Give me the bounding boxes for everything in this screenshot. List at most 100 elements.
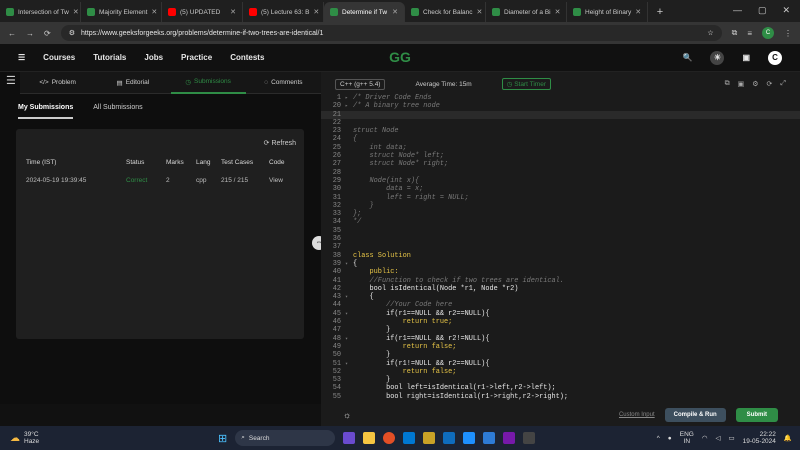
close-tab-icon[interactable]: ✕ <box>555 8 561 16</box>
fold-icon[interactable] <box>345 185 353 193</box>
site-info-icon[interactable]: ⚙ <box>69 29 75 37</box>
fold-icon[interactable] <box>345 144 353 152</box>
url-bar[interactable]: ⚙ https://www.geeksforgeeks.org/problems… <box>60 25 722 41</box>
code-line[interactable]: 44 //Your Code here <box>321 301 800 309</box>
save-icon[interactable]: ▣ <box>738 80 745 88</box>
tab-comments[interactable]: ◌ Comments <box>246 72 321 94</box>
chrome-icon[interactable] <box>383 432 396 444</box>
reload-icon[interactable]: ⟳ <box>44 29 51 38</box>
mail-icon[interactable] <box>463 432 476 444</box>
fold-icon[interactable] <box>345 111 353 119</box>
fold-icon[interactable]: ▸ <box>345 102 353 110</box>
fold-icon[interactable]: ▾ <box>345 260 353 268</box>
bookmark-star-icon[interactable]: ☆ <box>707 29 713 37</box>
code-line[interactable]: 20 ▸/* A binary tree node <box>321 102 800 110</box>
sidebar-menu-icon[interactable]: ☰ <box>6 74 18 87</box>
code-line[interactable]: 45 ▾ if(r1==NULL && r2==NULL){ <box>321 310 800 318</box>
code-line[interactable]: 52 return false; <box>321 368 800 376</box>
notification-bell-icon[interactable]: 🔔 <box>784 434 792 442</box>
user-avatar[interactable]: C <box>768 50 782 65</box>
tab-my-submissions[interactable]: My Submissions <box>18 104 74 119</box>
search-icon[interactable]: 🔍 <box>682 53 692 62</box>
fold-icon[interactable] <box>345 277 353 285</box>
todo-icon[interactable] <box>483 432 496 444</box>
fold-icon[interactable] <box>345 351 353 359</box>
code-line[interactable]: 55 bool right=isIdentical(r1->right,r2->… <box>321 393 800 401</box>
code-line[interactable]: 38 class Solution <box>321 252 800 260</box>
fold-icon[interactable]: ▾ <box>345 293 353 301</box>
code-line[interactable]: 46 return true; <box>321 318 800 326</box>
theme-toggle-icon[interactable]: ☀ <box>710 50 725 65</box>
forward-icon[interactable]: → <box>26 29 34 38</box>
code-line[interactable]: 48 ▾ if(r1==NULL && r2!=NULL){ <box>321 335 800 343</box>
browser-tab[interactable]: (5) UPDATED ✕ <box>162 2 243 22</box>
browser-tab[interactable]: Intersection of Tw ✕ <box>0 2 81 22</box>
close-tab-icon[interactable]: ✕ <box>313 8 319 16</box>
close-window-icon[interactable]: ✕ <box>782 5 790 16</box>
close-tab-icon[interactable]: ✕ <box>230 8 236 16</box>
tab-problem[interactable]: </> Problem <box>20 72 95 94</box>
hamburger-icon[interactable]: ☰ <box>18 53 25 62</box>
tab-editorial[interactable]: ▤ Editorial <box>95 72 170 94</box>
nav-jobs[interactable]: Jobs <box>144 53 163 62</box>
code-line[interactable]: 21 <box>321 110 800 119</box>
nav-practice[interactable]: Practice <box>181 53 212 62</box>
fold-icon[interactable] <box>345 376 353 384</box>
code-line[interactable]: 50 } <box>321 351 800 359</box>
submit-button[interactable]: Submit <box>735 408 778 422</box>
fold-icon[interactable] <box>345 393 353 401</box>
fold-icon[interactable] <box>345 152 353 160</box>
fold-icon[interactable] <box>345 318 353 326</box>
code-line[interactable]: 37 <box>321 243 800 251</box>
code-line[interactable]: 34 */ <box>321 218 800 226</box>
folder-icon[interactable] <box>423 432 436 444</box>
new-tab-button[interactable]: + <box>652 6 668 18</box>
minimize-icon[interactable]: — <box>733 5 742 16</box>
fold-icon[interactable] <box>345 210 353 218</box>
code-line[interactable]: 27 struct Node* right; <box>321 160 800 168</box>
view-code-link[interactable]: View <box>269 177 309 184</box>
close-tab-icon[interactable]: ✕ <box>477 8 483 16</box>
tray-app-icon[interactable]: ● <box>668 435 672 442</box>
fold-icon[interactable] <box>345 135 353 143</box>
wifi-icon[interactable]: ◠ <box>702 434 708 442</box>
language-select[interactable]: C++ (g++ 5.4) <box>335 78 386 90</box>
code-line[interactable]: 53 } <box>321 376 800 384</box>
code-line[interactable]: 47 } <box>321 326 800 334</box>
fold-icon[interactable] <box>345 160 353 168</box>
code-line[interactable]: 28 <box>321 169 800 177</box>
custom-input-link[interactable]: Custom Input <box>619 412 655 418</box>
edge-icon[interactable] <box>403 432 416 444</box>
nav-courses[interactable]: Courses <box>43 53 75 62</box>
reset-icon[interactable]: ⟳ <box>767 80 773 88</box>
fold-icon[interactable] <box>345 119 353 127</box>
code-line[interactable]: 26 struct Node* left; <box>321 152 800 160</box>
language-indicator[interactable]: ENG IN <box>680 431 694 445</box>
maximize-icon[interactable]: ▢ <box>758 5 767 16</box>
tray-chevron-icon[interactable]: ^ <box>657 435 660 442</box>
menu-dots-icon[interactable]: ⋮ <box>784 29 792 38</box>
fold-icon[interactable] <box>345 177 353 185</box>
close-tab-icon[interactable]: ✕ <box>151 8 157 16</box>
fold-icon[interactable]: ▾ <box>345 310 353 318</box>
fold-icon[interactable]: ▸ <box>345 94 353 102</box>
fold-icon[interactable] <box>345 326 353 334</box>
browser-tab[interactable]: Check for Balanc ✕ <box>405 2 486 22</box>
compile-run-button[interactable]: Compile & Run <box>664 408 726 422</box>
close-tab-icon[interactable]: ✕ <box>392 8 398 16</box>
fold-icon[interactable] <box>345 218 353 226</box>
code-line[interactable]: 1 ▸/* Driver Code Ends <box>321 94 800 102</box>
lightbulb-icon[interactable]: ☼ <box>343 410 351 420</box>
fold-icon[interactable] <box>345 268 353 276</box>
settings-icon[interactable]: ⚙ <box>752 80 758 88</box>
refresh-button[interactable]: ⟳ Refresh <box>264 139 296 147</box>
profile-avatar[interactable]: C <box>762 27 774 39</box>
code-line[interactable]: 24 { <box>321 135 800 143</box>
fold-icon[interactable]: ▾ <box>345 360 353 368</box>
fold-icon[interactable] <box>345 343 353 351</box>
gift-icon[interactable]: ▣ <box>742 53 750 62</box>
code-line[interactable]: 22 <box>321 119 800 127</box>
browser-tab[interactable]: Height of Binary ✕ <box>567 2 648 22</box>
code-line[interactable]: 31 left = right = NULL; <box>321 194 800 202</box>
browser-tab[interactable]: Determine if Tw ✕ <box>324 2 405 22</box>
